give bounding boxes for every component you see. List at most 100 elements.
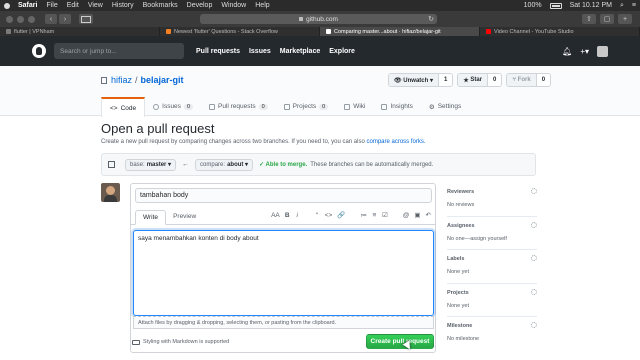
share-icon[interactable]: ⇧: [582, 14, 596, 24]
link-icon[interactable]: 🔗: [337, 211, 345, 219]
gear-icon[interactable]: [531, 188, 537, 194]
menu-window[interactable]: Window: [221, 2, 246, 9]
star-count[interactable]: 0: [487, 74, 502, 86]
menu-app-name[interactable]: Safari: [18, 2, 37, 9]
reply-icon[interactable]: ↶: [426, 211, 431, 219]
menu-history[interactable]: History: [112, 2, 134, 9]
browser-tabs: flutter | VPNham Newest 'flutter' Questi…: [0, 27, 640, 36]
sidebar-milestone: Milestone No milestone: [447, 317, 537, 351]
menu-list-icon[interactable]: ≡: [632, 2, 636, 9]
nav-issues[interactable]: Issues: [249, 48, 271, 55]
menu-help[interactable]: Help: [255, 2, 269, 9]
page-subtitle: Create a new pull request by comparing c…: [101, 139, 426, 145]
tab-settings[interactable]: ⚙ Settings: [421, 97, 469, 116]
nav-pull-requests[interactable]: Pull requests: [196, 48, 240, 55]
tab-preview[interactable]: Preview: [166, 209, 203, 224]
close-window-button[interactable]: [6, 15, 13, 23]
browser-tab[interactable]: flutter | VPNham: [0, 27, 160, 36]
tab-projects[interactable]: Projects 0: [276, 97, 337, 116]
tab-code[interactable]: <> Code: [101, 97, 146, 117]
tab-insights[interactable]: Insights: [373, 97, 420, 116]
tab-issues[interactable]: Issues 0: [145, 97, 201, 116]
minimize-window-button[interactable]: [17, 15, 24, 23]
nav-marketplace[interactable]: Marketplace: [280, 48, 320, 55]
markdown-note-text[interactable]: Styling with Markdown is supported: [143, 339, 229, 345]
tab-label: Projects: [292, 103, 317, 110]
address-bar-url: github.com: [306, 15, 338, 23]
base-branch-select[interactable]: base: master ▾: [125, 158, 177, 171]
italic-icon[interactable]: i: [295, 212, 300, 219]
back-button[interactable]: ‹: [45, 14, 57, 24]
gear-icon[interactable]: [531, 255, 537, 261]
tab-label: Issues: [162, 103, 181, 110]
watch-count[interactable]: 1: [437, 74, 453, 86]
star-button[interactable]: ★ Star 0: [457, 73, 503, 87]
browser-tab[interactable]: Newest 'flutter' Questions - Stack Overf…: [160, 27, 320, 36]
menu-bookmarks[interactable]: Bookmarks: [143, 2, 178, 9]
nav-explore[interactable]: Explore: [329, 48, 355, 55]
gear-icon[interactable]: [531, 322, 537, 328]
clock[interactable]: Sat 10.12 PM: [570, 2, 612, 9]
attach-files-area[interactable]: Attach files by dragging & dropping, sel…: [133, 316, 434, 329]
create-pull-request-button[interactable]: Create pull request: [366, 334, 434, 349]
quote-icon[interactable]: “: [315, 212, 320, 219]
macos-menubar: Safari File Edit View History Bookmarks …: [0, 0, 640, 11]
pr-sidebar: Reviewers No reviews Assignees No one—as…: [447, 183, 537, 351]
repo-name-link[interactable]: belajar-git: [141, 75, 184, 85]
gear-icon[interactable]: [531, 221, 537, 228]
sidebar-value[interactable]: No one—assign yourself: [447, 236, 507, 242]
compare-across-forks-link[interactable]: compare across forks.: [367, 139, 426, 145]
tab-counter: 0: [183, 103, 193, 110]
tabs-overview-icon[interactable]: ▢: [600, 14, 614, 24]
github-search-input[interactable]: Search or jump to...: [54, 43, 184, 59]
search-icon[interactable]: ⌕: [620, 2, 624, 10]
github-logo-icon[interactable]: [32, 44, 46, 58]
sidebar-toggle-icon[interactable]: [79, 14, 93, 24]
tab-write[interactable]: Write: [135, 210, 167, 225]
gear-icon[interactable]: [531, 288, 537, 295]
sidebar-projects: Projects None yet: [447, 284, 537, 317]
menu-edit[interactable]: Edit: [67, 2, 79, 9]
address-bar[interactable]: github.com ↻: [200, 14, 437, 24]
pr-body-textarea[interactable]: saya menambahkan konten di body about: [133, 230, 434, 316]
header-text-icon[interactable]: AA: [271, 212, 280, 219]
task-list-icon[interactable]: ☑: [382, 211, 388, 219]
browser-tab[interactable]: Video Channel - YouTube Studio: [480, 27, 640, 36]
browser-toolbar: ‹ › github.com ↻ ⇧ ▢ +: [0, 11, 640, 27]
compare-branch-select[interactable]: compare: about ▾: [195, 158, 254, 171]
author-avatar[interactable]: [101, 183, 120, 202]
menu-develop[interactable]: Develop: [187, 2, 213, 9]
tab-title: flutter | VPNham: [14, 28, 55, 35]
star-label: ★ Star: [458, 74, 488, 86]
bold-icon[interactable]: B: [285, 212, 290, 219]
zoom-window-button[interactable]: [28, 15, 35, 23]
tab-wiki[interactable]: Wiki: [336, 97, 373, 116]
toolbar-right: ⇧ ▢ +: [582, 14, 632, 24]
create-new-dropdown[interactable]: +▾: [580, 47, 589, 56]
fork-button[interactable]: ⑂ Fork 0: [506, 73, 552, 87]
markdown-toolbar: AA B i “ <> 🔗 ≔ ≡ ☑ @ ▣ ↶: [271, 211, 431, 220]
notifications-bell-icon[interactable]: 🔔︎: [562, 47, 572, 56]
menu-file[interactable]: File: [46, 2, 57, 9]
user-avatar[interactable]: [597, 45, 608, 57]
tab-pull-requests[interactable]: Pull requests 0: [201, 97, 276, 116]
pr-title-input[interactable]: tambahan body: [135, 188, 432, 203]
browser-tab-active[interactable]: Comparing master...about · hifiaz/belaja…: [320, 27, 480, 36]
new-tab-icon[interactable]: +: [618, 14, 632, 24]
code-icon[interactable]: <>: [325, 212, 333, 219]
mention-icon[interactable]: @: [403, 212, 410, 219]
bulleted-list-icon[interactable]: ≔: [360, 211, 367, 219]
battery-icon[interactable]: [549, 2, 562, 9]
sidebar-value: None yet: [447, 269, 470, 275]
star-icon: ★: [463, 77, 471, 84]
code-icon: <>: [110, 104, 118, 112]
repo-owner-link[interactable]: hifiaz: [111, 75, 132, 85]
watch-button[interactable]: 👁︎ Unwatch ▾ 1: [388, 73, 454, 87]
fork-count[interactable]: 0: [535, 74, 551, 86]
reload-icon[interactable]: ↻: [428, 15, 434, 23]
numbered-list-icon[interactable]: ≡: [372, 212, 377, 219]
menu-view[interactable]: View: [88, 2, 103, 9]
apple-icon[interactable]: [4, 2, 10, 9]
forward-button[interactable]: ›: [59, 14, 71, 24]
bookmark-icon[interactable]: ▣: [414, 211, 420, 219]
